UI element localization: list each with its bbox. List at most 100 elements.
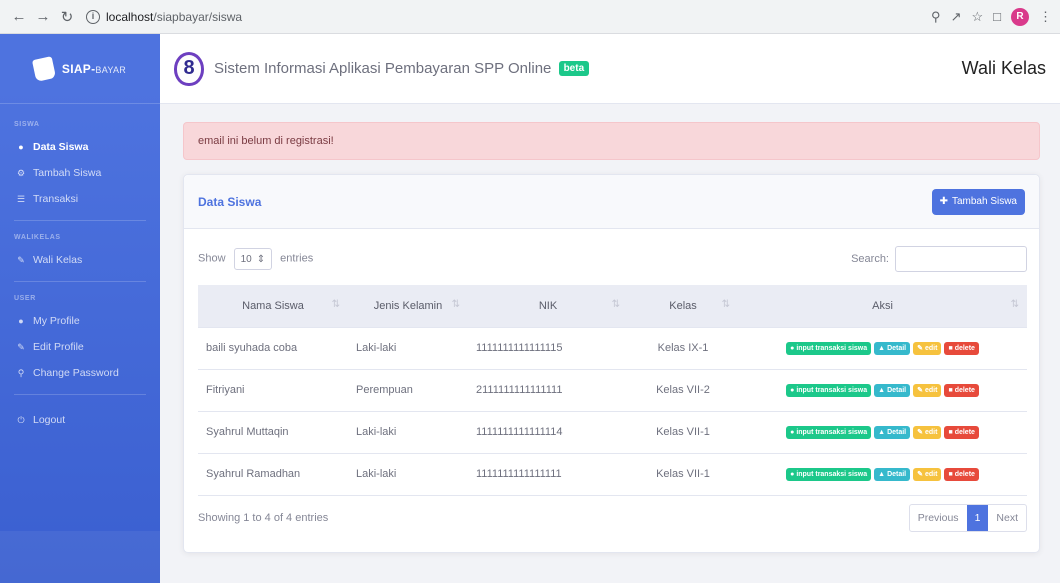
edit-button[interactable]: ✎ edit <box>913 341 942 355</box>
entries-select[interactable]: 10 ⇕ <box>233 248 273 270</box>
page-1-button[interactable]: 1 <box>966 505 989 531</box>
column-header-nama[interactable]: Nama Siswa ⇅ <box>198 285 348 328</box>
cell-nama: Syahrul Muttaqin <box>198 411 348 454</box>
students-table: Nama Siswa ⇅ Jenis Kelamin ⇅ NIK ⇅ Kelas ⇅ A… <box>198 285 1027 496</box>
sidebar-item-label: Tambah Siswa <box>33 167 102 179</box>
thumbs-icon: ▲ <box>878 471 886 478</box>
share-icon[interactable]: ↗ <box>951 9 962 25</box>
sidebar-toggle-area[interactable] <box>0 531 160 583</box>
site-info-icon[interactable]: i <box>86 9 100 24</box>
input-transaction-button[interactable]: ● input transaksi siswa <box>786 342 872 355</box>
detail-button[interactable]: ▲ Detail <box>874 342 911 355</box>
search-input[interactable] <box>895 246 1027 272</box>
user-icon: ● <box>790 471 795 478</box>
sidebar-item-tambah-siswa[interactable]: ⚙ Tambah Siswa <box>0 160 160 186</box>
chat-icon: ✎ <box>17 255 25 265</box>
cell-jenis-kelamin: Laki-laki <box>348 411 468 454</box>
detail-button[interactable]: ▲ Detail <box>874 384 911 397</box>
next-page-button[interactable]: Next <box>988 505 1026 531</box>
user-edit-icon: ✎ <box>17 342 25 352</box>
detail-button[interactable]: ▲ Detail <box>874 468 911 481</box>
menu-dots-icon[interactable]: ⋮ <box>1039 9 1052 25</box>
detail-button[interactable]: ▲ Detail <box>874 426 911 439</box>
page-title: Sistem Informasi Aplikasi Pembayaran SPP… <box>214 60 552 77</box>
previous-page-button[interactable]: Previous <box>910 505 967 531</box>
column-header-nik[interactable]: NIK ⇅ <box>468 285 628 328</box>
input-transaction-button[interactable]: ● input transaksi siswa <box>786 426 872 439</box>
trash-icon: ■ <box>948 345 953 352</box>
input-transaction-button[interactable]: ● input transaksi siswa <box>786 384 872 397</box>
tab-layout-icon[interactable]: □ <box>993 9 1001 24</box>
sidebar-item-label: Logout <box>33 414 66 426</box>
cell-kelas: Kelas VII-1 <box>628 411 738 454</box>
app-logo-icon: 8 <box>174 51 204 86</box>
sidebar-item-edit-profile[interactable]: ✎ Edit Profile <box>0 334 160 360</box>
edit-icon: ✎ <box>917 345 923 352</box>
column-header-jenis-kelamin[interactable]: Jenis Kelamin ⇅ <box>348 285 468 328</box>
column-header-kelas[interactable]: Kelas ⇅ <box>628 285 738 328</box>
user-icon: ● <box>790 429 795 436</box>
sidebar-item-label: Data Siswa <box>33 141 89 153</box>
input-transaction-button[interactable]: ● input transaksi siswa <box>786 468 872 481</box>
entries-info: Showing 1 to 4 of 4 entries <box>198 512 329 524</box>
user-icon: ● <box>790 345 795 352</box>
thumbs-icon: ▲ <box>878 429 886 436</box>
delete-button[interactable]: ■ delete <box>944 384 979 397</box>
url-path: /siapbayar/siswa <box>153 9 243 24</box>
cell-kelas: Kelas VII-2 <box>628 369 738 412</box>
sidebar-item-label: Transaksi <box>33 193 79 205</box>
edit-icon: ✎ <box>917 471 923 478</box>
cell-nama: Syahrul Ramadhan <box>198 453 348 496</box>
trash-icon: ■ <box>948 387 953 394</box>
sidebar-item-wali-kelas[interactable]: ✎ Wali Kelas <box>0 247 160 273</box>
sidebar-item-transaksi[interactable]: ☰ Transaksi <box>0 186 160 212</box>
forward-icon[interactable]: → <box>32 6 54 28</box>
cell-aksi: ● input transaksi siswa ▲ Detail ✎ edit ■ delet… <box>738 369 1027 412</box>
zoom-icon[interactable]: ⚲ <box>931 9 941 25</box>
delete-button[interactable]: ■ delete <box>944 342 979 355</box>
user-role-label[interactable]: Wali Kelas <box>962 58 1046 79</box>
brand-logo-icon <box>31 55 56 82</box>
browser-toolbar: ← → ↻ i localhost/siapbayar/siswa ⚲ ↗ ☆ … <box>0 0 1060 34</box>
sidebar-brand[interactable]: SIAP-BAYAR <box>0 34 160 104</box>
edit-button[interactable]: ✎ edit <box>913 425 942 439</box>
search-label: Search: <box>851 253 889 265</box>
sidebar-item-label: Wali Kelas <box>33 254 83 266</box>
user-plus-icon: ✚ <box>939 196 948 207</box>
sidebar-item-logout[interactable]: ⏻ Logout <box>0 407 160 433</box>
back-icon[interactable]: ← <box>8 6 30 28</box>
thumbs-icon: ▲ <box>878 345 886 352</box>
sidebar-divider <box>14 281 146 282</box>
delete-button[interactable]: ■ delete <box>944 468 979 481</box>
sort-icon: ⇅ <box>451 299 460 310</box>
cell-nik: 2111111111111111 <box>468 369 628 412</box>
sort-icon: ⇅ <box>331 299 340 310</box>
bookmark-star-icon[interactable]: ☆ <box>971 9 983 25</box>
cell-nik: 1111111111111111 <box>468 453 628 496</box>
sidebar-item-my-profile[interactable]: ● My Profile <box>0 308 160 334</box>
topbar: 8 Sistem Informasi Aplikasi Pembayaran S… <box>160 34 1060 104</box>
delete-button[interactable]: ■ delete <box>944 426 979 439</box>
table-controls: Show 10 ⇕ entries Search: <box>198 245 1027 273</box>
beta-badge: beta <box>558 61 590 76</box>
profile-avatar[interactable]: R <box>1011 7 1029 26</box>
thumbs-icon: ▲ <box>878 387 886 394</box>
column-header-aksi[interactable]: Aksi ⇅ <box>738 285 1027 328</box>
cell-nik: 1111111111111114 <box>468 411 628 454</box>
sidebar-item-label: My Profile <box>33 315 80 327</box>
add-student-button[interactable]: ✚ Tambah Siswa <box>931 188 1025 215</box>
address-bar[interactable]: i localhost/siapbayar/siswa <box>86 5 242 29</box>
sort-icon: ⇅ <box>611 299 620 310</box>
table-row: Fitriyani Perempuan 2111111111111111 Kel… <box>198 369 1027 412</box>
card-title: Data Siswa <box>198 194 262 209</box>
sidebar-divider <box>14 394 146 395</box>
sidebar-item-data-siswa[interactable]: ● Data Siswa <box>0 134 160 160</box>
sort-icon: ⇅ <box>721 299 730 310</box>
edit-button[interactable]: ✎ edit <box>913 383 942 397</box>
sidebar-item-change-password[interactable]: ⚲ Change Password <box>0 360 160 386</box>
reload-icon[interactable]: ↻ <box>56 6 78 28</box>
card-header: Data Siswa ✚ Tambah Siswa <box>184 175 1039 229</box>
edit-button[interactable]: ✎ edit <box>913 467 942 481</box>
pagination: Previous 1 Next <box>908 504 1027 532</box>
key-icon: ⚲ <box>17 368 25 378</box>
